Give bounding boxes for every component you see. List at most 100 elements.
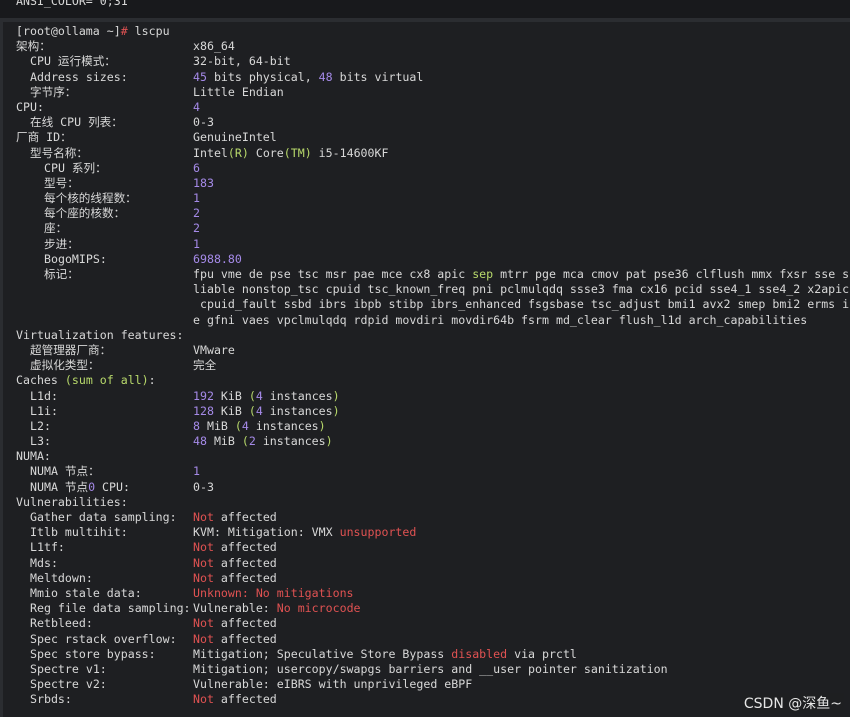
label: 架构： [16,39,51,54]
value: Not affected [193,571,277,586]
value: 1 [193,191,200,206]
value: 4 [193,99,200,114]
value: cpuid_fault ssbd ibrs ibpb stibp ibrs_en… [193,297,850,312]
number: 128 [193,403,214,418]
command-prompt: [root@ollama ~]# lscpu [16,24,850,39]
text: Mitigation; Speculative Store Bypass [193,646,452,661]
value: x86_64 [193,39,235,54]
previous-output: ANSI_COLOR="0;31" [0,0,850,18]
row-mds: Mds: Not affected [16,556,850,571]
row-arch: 架构： x86_64 [16,39,850,54]
number: 4 [255,388,263,403]
value: GenuineIntel [193,130,277,145]
row-mmio: Mmio stale data: Unknown: No mitigations [16,586,850,601]
row-cpu: CPU: 4 [16,100,850,115]
number: 45 [193,69,207,84]
value: 192 KiB (4 instances) [193,389,340,404]
row-flags-cont: e gfni vaes vpclmulqdq rdpid movdiri mov… [16,313,850,328]
label: NUMA 节点： [30,464,100,479]
section-caches: Caches (sum of all): [16,373,850,388]
row-spectre-v2: Spectre v2: Vulnerable: eIBRS with unpriv… [16,677,850,692]
text: KiB [213,403,249,418]
text: ) [332,388,340,403]
row-gds: Gather data sampling: Not affected [16,510,850,525]
value: 2 [193,221,200,236]
label: 厂商 ID： [16,130,72,145]
value: 32-bit, 64-bit [193,54,291,69]
text: affected [213,616,277,631]
label: 在线 CPU 列表： [30,115,123,130]
value: 2 [193,206,200,221]
text: : [148,373,156,388]
text: Not [193,570,214,585]
row-flags: 标记： fpu vme de pse tsc msr pae mce cx8 ap… [16,267,850,282]
text: disabled [451,646,508,661]
label: Gather data sampling: [30,510,177,524]
text: instances [255,434,326,449]
row-virt-type: 虚拟化类型： 完全 [16,358,850,373]
row-numa0-cpu: NUMA 节点0 CPU: 0-3 [16,480,850,495]
text: Not [193,616,214,631]
label: 型号： [44,175,79,190]
text: affected [213,510,277,524]
number: 48 [318,69,333,84]
number: 4 [241,418,249,433]
number: 192 [193,388,214,403]
row-cores: 每个座的核数： 2 [16,206,850,221]
label: L1i: [30,403,58,418]
label: Mmio stale data: [30,585,142,600]
value: Not affected [193,556,277,571]
label: NUMA 节点0 CPU: [16,480,130,495]
label: Reg file data sampling: [30,601,191,616]
row-flags-cont: cpuid_fault ssbd ibrs ibpb stibp ibrs_en… [16,297,850,312]
value: 完全 [193,358,217,373]
label: Retbleed: [30,616,93,631]
text: KVM: Mitigation: VMX [193,525,340,540]
label: Address sizes: [30,69,128,84]
row-spectre-v1: Spectre v1: Mitigation; usercopy/swapgs b… [16,662,850,677]
text: NUMA 节点 [30,479,89,494]
label: Spectre v2: [30,677,107,692]
text: bits physical, [206,69,319,84]
value: Little Endian [193,84,284,99]
value: liable nonstop_tsc cpuid tsc_known_freq … [193,282,850,297]
number: 4 [255,403,263,418]
value: 6988.80 [193,251,242,266]
value: 0-3 [193,479,214,494]
text: Not [193,631,214,646]
text: bits virtual [332,69,424,84]
label: Itlb multihit: [30,525,128,540]
text: instances [262,388,333,403]
text: ) [332,403,340,418]
row-l3: L3: 48 MiB (2 instances) [16,434,850,449]
label: 字节序： [30,84,77,99]
label: CPU 运行模式： [30,54,116,69]
text: (sum of all) [64,373,149,388]
row-retbleed: Retbleed: Not affected [16,616,850,631]
value: Not affected [193,632,277,647]
text: Not [193,510,214,524]
label: L2: [30,418,51,433]
row-srbds: Srbds: Not affected [16,692,850,707]
value: 45 bits physical, 48 bits virtual [193,70,423,85]
value: VMware [193,342,235,357]
row-itlb: Itlb multihit: KVM: Mitigation: VMX unsup… [16,525,850,540]
text: MiB [199,418,235,433]
label: Caches (sum of all): [16,373,156,388]
label: 虚拟化类型： [30,358,100,373]
value: Mitigation; Speculative Store Bypass dis… [193,647,577,662]
row-model: 型号： 183 [16,176,850,191]
text: MiB [206,434,242,449]
prompt-user-host: [root@ollama ~] [16,24,121,38]
text: mtrr pge mca cmov pat pse36 clflush mmx … [493,267,850,281]
prompt-symbol: # [120,24,128,38]
text: Intel [193,145,228,160]
label: Virtualization features: [16,327,184,342]
label: Vulnerabilities: [16,494,128,509]
row-meltdown: Meltdown: Not affected [16,571,850,586]
value: Vulnerable: eIBRS with unprivileged eBPF [193,677,473,692]
text: unsupported [339,525,417,540]
label: CPU 系列： [44,160,107,175]
value: Vulnerable: No microcode [193,601,361,616]
terminal-output[interactable]: [root@ollama ~]# lscpu 架构： x86_64 CPU 运行模… [16,24,850,717]
